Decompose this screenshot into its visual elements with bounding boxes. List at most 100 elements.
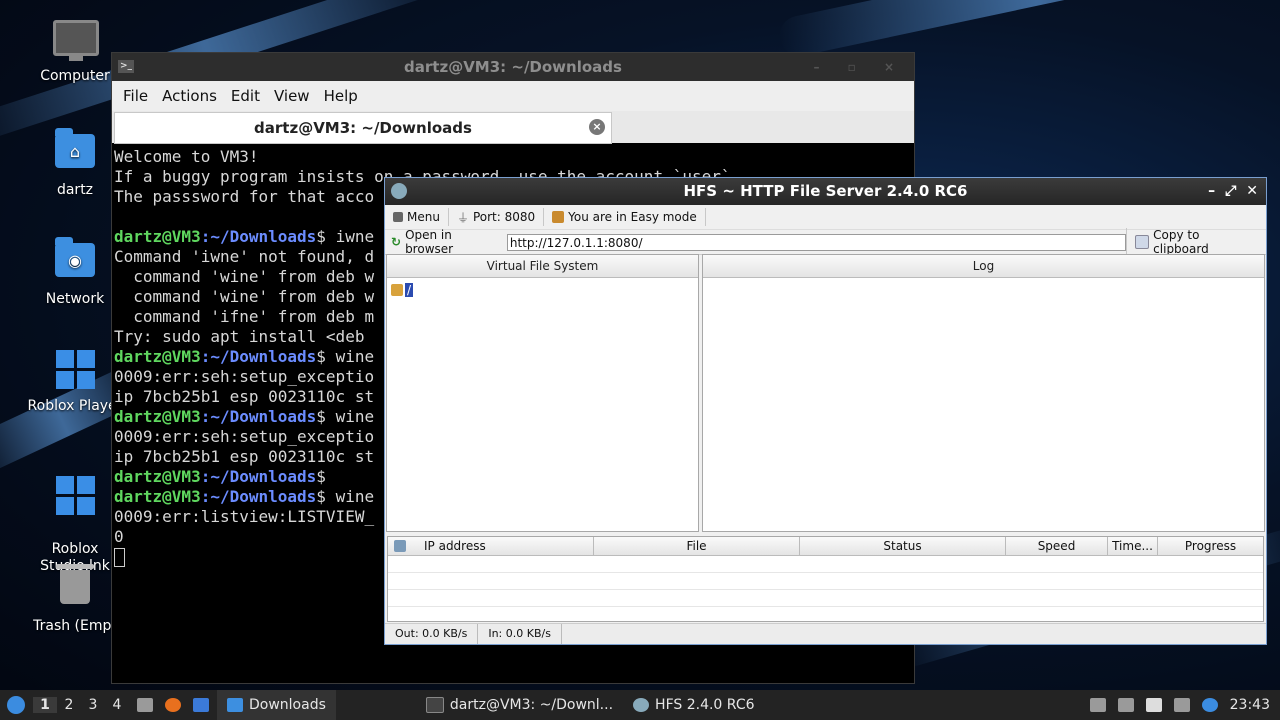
windows-app-icon: [53, 350, 97, 394]
window-controls[interactable]: – ▫ ×: [813, 53, 906, 81]
status-in: In: 0.0 KB/s: [478, 624, 562, 644]
prompt-user: dartz@VM3: [114, 227, 201, 246]
home-icon: [391, 284, 403, 296]
prompt-command: $ wine: [316, 407, 375, 426]
prompt-command: $ iwne: [316, 227, 375, 246]
file-manager-launcher-icon[interactable]: [137, 698, 153, 712]
copy-label: Copy to clipboard: [1153, 228, 1209, 256]
port-label: Port: 8080: [472, 210, 536, 224]
mode-button[interactable]: You are in Easy mode: [544, 208, 706, 226]
system-tray: 23:43: [1089, 697, 1280, 713]
volume-icon[interactable]: [1117, 698, 1134, 712]
maximize-icon[interactable]: ⤢: [1225, 183, 1236, 199]
windows-app-icon: [53, 476, 97, 520]
prompt-path: :~/Downloads: [200, 347, 317, 366]
display-icon[interactable]: [1173, 698, 1190, 712]
hfs-title: HFS ~ HTTP File Server 2.4.0 RC6: [683, 182, 968, 200]
col-progress[interactable]: Progress: [1158, 537, 1263, 555]
start-menu-icon[interactable]: [7, 696, 25, 714]
terminal-tab[interactable]: dartz@VM3: ~/Downloads ×: [114, 112, 612, 144]
hfs-titlebar[interactable]: HFS ~ HTTP File Server 2.4.0 RC6 – ⤢ ✕: [385, 178, 1266, 205]
terminal-menubar: File Actions Edit View Help: [112, 81, 914, 111]
prompt-user: dartz@VM3: [114, 407, 201, 426]
prompt-path: :~/Downloads: [200, 467, 317, 486]
home-folder-icon: ⌂: [53, 128, 97, 178]
task-terminal[interactable]: dartz@VM3: ~/Downl...: [416, 690, 623, 720]
menu-actions[interactable]: Actions: [155, 87, 224, 105]
vfs-pane[interactable]: Virtual File System /: [386, 254, 699, 532]
taskbar: 1 2 3 4 Downloads dartz@VM3: ~/Downl... …: [0, 690, 1280, 720]
menu-view[interactable]: View: [267, 87, 317, 105]
workspace-4[interactable]: 4: [105, 697, 129, 713]
vfs-root-item[interactable]: /: [391, 283, 414, 297]
prompt-path: :~/Downloads: [200, 407, 317, 426]
log-header: Log: [703, 255, 1264, 278]
task-hfs[interactable]: HFS 2.4.0 RC6: [623, 690, 764, 720]
log-pane[interactable]: Log: [702, 254, 1265, 532]
workspace-1[interactable]: 1: [33, 697, 57, 713]
tab-title: dartz@VM3: ~/Downloads: [254, 119, 472, 137]
col-speed[interactable]: Speed: [1006, 537, 1108, 555]
terminal-cursor: [114, 548, 125, 567]
copy-to-clipboard-button[interactable]: Copy to clipboard: [1126, 228, 1266, 256]
hfs-toolbar: Menu ⏚ Port: 8080 You are in Easy mode: [385, 205, 1266, 230]
wallpaper-streak: [775, 0, 1280, 60]
users-icon: [552, 211, 565, 223]
folder-icon: [227, 698, 243, 712]
terminal-tabbar: dartz@VM3: ~/Downloads ×: [112, 111, 914, 144]
open-in-browser-button[interactable]: ↻ Open in browser: [385, 228, 503, 256]
hfs-window[interactable]: HFS ~ HTTP File Server 2.4.0 RC6 – ⤢ ✕ Men…: [384, 177, 1267, 645]
tray-up-arrow-icon[interactable]: [1089, 698, 1106, 712]
tab-close-icon[interactable]: ×: [589, 119, 605, 135]
open-in-browser-label: Open in browser: [405, 228, 454, 256]
hfs-url-bar: ↻ Open in browser http://127.0.1.1:8080/…: [385, 228, 1266, 256]
prompt-path: :~/Downloads: [200, 227, 317, 246]
menu-button-label: Menu: [407, 210, 440, 224]
prompt-command: $ wine: [316, 487, 375, 506]
col-ip-address[interactable]: IP address: [388, 537, 594, 555]
vfs-header: Virtual File System: [387, 255, 698, 278]
terminal-launcher-icon[interactable]: [193, 698, 209, 712]
clipboard-icon: [1135, 235, 1150, 249]
prompt-user: dartz@VM3: [114, 347, 201, 366]
menu-button[interactable]: Menu: [385, 208, 449, 226]
connections-rows: [388, 556, 1263, 621]
close-icon[interactable]: ✕: [1246, 183, 1258, 199]
network-folder-icon: ◉: [53, 237, 97, 287]
computer-icon: [53, 20, 99, 64]
prompt-user: dartz@VM3: [114, 467, 201, 486]
prompt-command: $ wine: [316, 347, 375, 366]
minimize-icon[interactable]: –: [1208, 183, 1215, 199]
task-downloads[interactable]: Downloads: [217, 690, 336, 720]
prompt-path: :~/Downloads: [200, 487, 317, 506]
network-icon: [394, 540, 406, 552]
refresh-arrow-icon: ↻: [391, 235, 402, 249]
menu-edit[interactable]: Edit: [224, 87, 267, 105]
plug-icon: ⏚: [456, 210, 469, 225]
clipboard-icon[interactable]: [1145, 698, 1162, 712]
workspace-3[interactable]: 3: [81, 697, 105, 713]
update-icon[interactable]: [1201, 698, 1218, 712]
col-time[interactable]: Time...: [1108, 537, 1158, 555]
connections-list[interactable]: IP address File Status Speed Time... Pro…: [387, 536, 1264, 622]
mode-label: You are in Easy mode: [568, 210, 697, 224]
col-file[interactable]: File: [594, 537, 800, 555]
clock[interactable]: 23:43: [1230, 697, 1270, 713]
terminal-titlebar[interactable]: >_ dartz@VM3: ~/Downloads – ▫ ×: [112, 53, 914, 81]
menu-file[interactable]: File: [116, 87, 155, 105]
terminal-icon: >_: [118, 60, 134, 73]
terminal-line: Welcome to VM3!: [114, 147, 259, 166]
workspace-2[interactable]: 2: [57, 697, 81, 713]
connections-header: IP address File Status Speed Time... Pro…: [388, 537, 1263, 556]
status-out: Out: 0.0 KB/s: [385, 624, 479, 644]
vfs-root-label: /: [405, 283, 414, 297]
menu-help[interactable]: Help: [317, 87, 365, 105]
col-status[interactable]: Status: [800, 537, 1006, 555]
menu-icon: [393, 212, 403, 222]
port-button[interactable]: ⏚ Port: 8080: [449, 208, 545, 226]
url-field[interactable]: http://127.0.1.1:8080/: [506, 233, 1127, 251]
terminal-title: dartz@VM3: ~/Downloads: [404, 58, 622, 76]
hfs-icon: [391, 183, 407, 199]
firefox-icon[interactable]: [165, 698, 181, 712]
hfs-icon: [633, 698, 650, 712]
